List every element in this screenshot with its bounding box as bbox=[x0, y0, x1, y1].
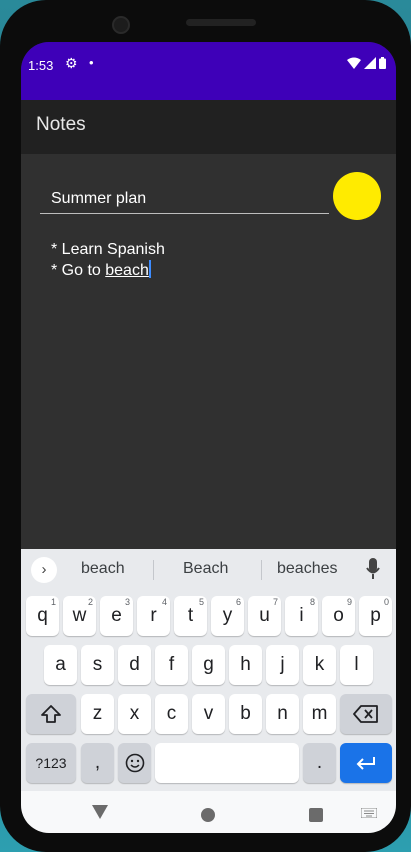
key-x[interactable]: x bbox=[118, 694, 151, 734]
note-color-button[interactable] bbox=[333, 172, 381, 220]
backspace-key[interactable] bbox=[340, 694, 392, 734]
notification-dot-icon: • bbox=[89, 55, 94, 70]
composing-word: beach bbox=[105, 262, 149, 279]
enter-key[interactable] bbox=[340, 743, 392, 783]
suggestion-divider bbox=[261, 560, 262, 580]
home-icon[interactable] bbox=[201, 808, 215, 822]
key-a[interactable]: a bbox=[44, 645, 77, 685]
system-nav-bar bbox=[21, 791, 396, 833]
soft-keyboard: › beach Beach beaches q1 w2 e3 r4 t5 y6 … bbox=[21, 549, 396, 791]
note-line-2-prefix: * Go to bbox=[51, 262, 106, 279]
status-icons bbox=[347, 57, 386, 69]
key-t[interactable]: t5 bbox=[174, 596, 207, 636]
recents-icon[interactable] bbox=[309, 808, 323, 822]
key-m[interactable]: m bbox=[303, 694, 336, 734]
key-b[interactable]: b bbox=[229, 694, 262, 734]
status-time: 1:53 bbox=[28, 58, 54, 73]
wifi-icon bbox=[347, 57, 361, 69]
note-line-2: * Go to beach bbox=[51, 260, 165, 281]
key-c[interactable]: c bbox=[155, 694, 188, 734]
key-z[interactable]: z bbox=[81, 694, 114, 734]
key-l[interactable]: l bbox=[340, 645, 373, 685]
key-k[interactable]: k bbox=[303, 645, 336, 685]
suggestion-strip: › beach Beach beaches bbox=[21, 549, 396, 589]
note-title-field[interactable] bbox=[40, 184, 329, 214]
microphone-icon[interactable] bbox=[366, 558, 380, 580]
battery-icon bbox=[379, 57, 386, 69]
suggestion-divider bbox=[153, 560, 154, 580]
key-q[interactable]: q1 bbox=[26, 596, 59, 636]
shift-key[interactable] bbox=[26, 694, 76, 734]
emoji-icon bbox=[125, 753, 144, 773]
note-editor: * Learn Spanish * Go to beach bbox=[21, 154, 396, 549]
text-cursor bbox=[148, 260, 151, 278]
symbols-key[interactable]: ?123 bbox=[26, 743, 76, 783]
suggestion-2[interactable]: Beach bbox=[183, 560, 228, 578]
period-key[interactable]: . bbox=[303, 743, 336, 783]
phone-frame: 1:53 ⚙ • Notes * Learn Spanish * Go to b… bbox=[0, 0, 411, 852]
phone-screen: 1:53 ⚙ • Notes * Learn Spanish * Go to b… bbox=[21, 42, 396, 833]
key-e[interactable]: e3 bbox=[100, 596, 133, 636]
suggestion-3[interactable]: beaches bbox=[277, 560, 338, 578]
key-p[interactable]: p0 bbox=[359, 596, 392, 636]
front-camera bbox=[112, 16, 130, 34]
backspace-icon bbox=[353, 705, 378, 723]
key-g[interactable]: g bbox=[192, 645, 225, 685]
emoji-key[interactable] bbox=[118, 743, 151, 783]
shift-arrow-icon bbox=[41, 705, 61, 723]
expand-toolbar-chevron-icon[interactable]: › bbox=[31, 557, 57, 583]
cell-signal-icon bbox=[364, 57, 376, 69]
key-j[interactable]: j bbox=[266, 645, 299, 685]
back-icon[interactable] bbox=[92, 805, 108, 819]
note-line-1: * Learn Spanish bbox=[51, 241, 165, 258]
app-bar: Notes bbox=[21, 100, 396, 154]
key-h[interactable]: h bbox=[229, 645, 262, 685]
key-s[interactable]: s bbox=[81, 645, 114, 685]
key-i[interactable]: i8 bbox=[285, 596, 318, 636]
suggestion-1[interactable]: beach bbox=[81, 560, 125, 578]
key-o[interactable]: o9 bbox=[322, 596, 355, 636]
key-y[interactable]: y6 bbox=[211, 596, 244, 636]
key-w[interactable]: w2 bbox=[63, 596, 96, 636]
key-n[interactable]: n bbox=[266, 694, 299, 734]
note-body-field[interactable]: * Learn Spanish * Go to beach bbox=[51, 240, 165, 281]
earpiece-speaker bbox=[186, 19, 256, 26]
key-v[interactable]: v bbox=[192, 694, 225, 734]
key-u[interactable]: u7 bbox=[248, 596, 281, 636]
app-title: Notes bbox=[36, 114, 86, 135]
key-r[interactable]: r4 bbox=[137, 596, 170, 636]
comma-key[interactable]: , bbox=[81, 743, 114, 783]
key-d[interactable]: d bbox=[118, 645, 151, 685]
space-bar[interactable] bbox=[155, 743, 299, 783]
keyboard-switch-icon[interactable] bbox=[361, 808, 377, 818]
settings-gear-icon: ⚙ bbox=[65, 55, 78, 71]
enter-arrow-icon bbox=[356, 757, 375, 770]
status-bar: 1:53 ⚙ • bbox=[21, 42, 396, 100]
key-f[interactable]: f bbox=[155, 645, 188, 685]
